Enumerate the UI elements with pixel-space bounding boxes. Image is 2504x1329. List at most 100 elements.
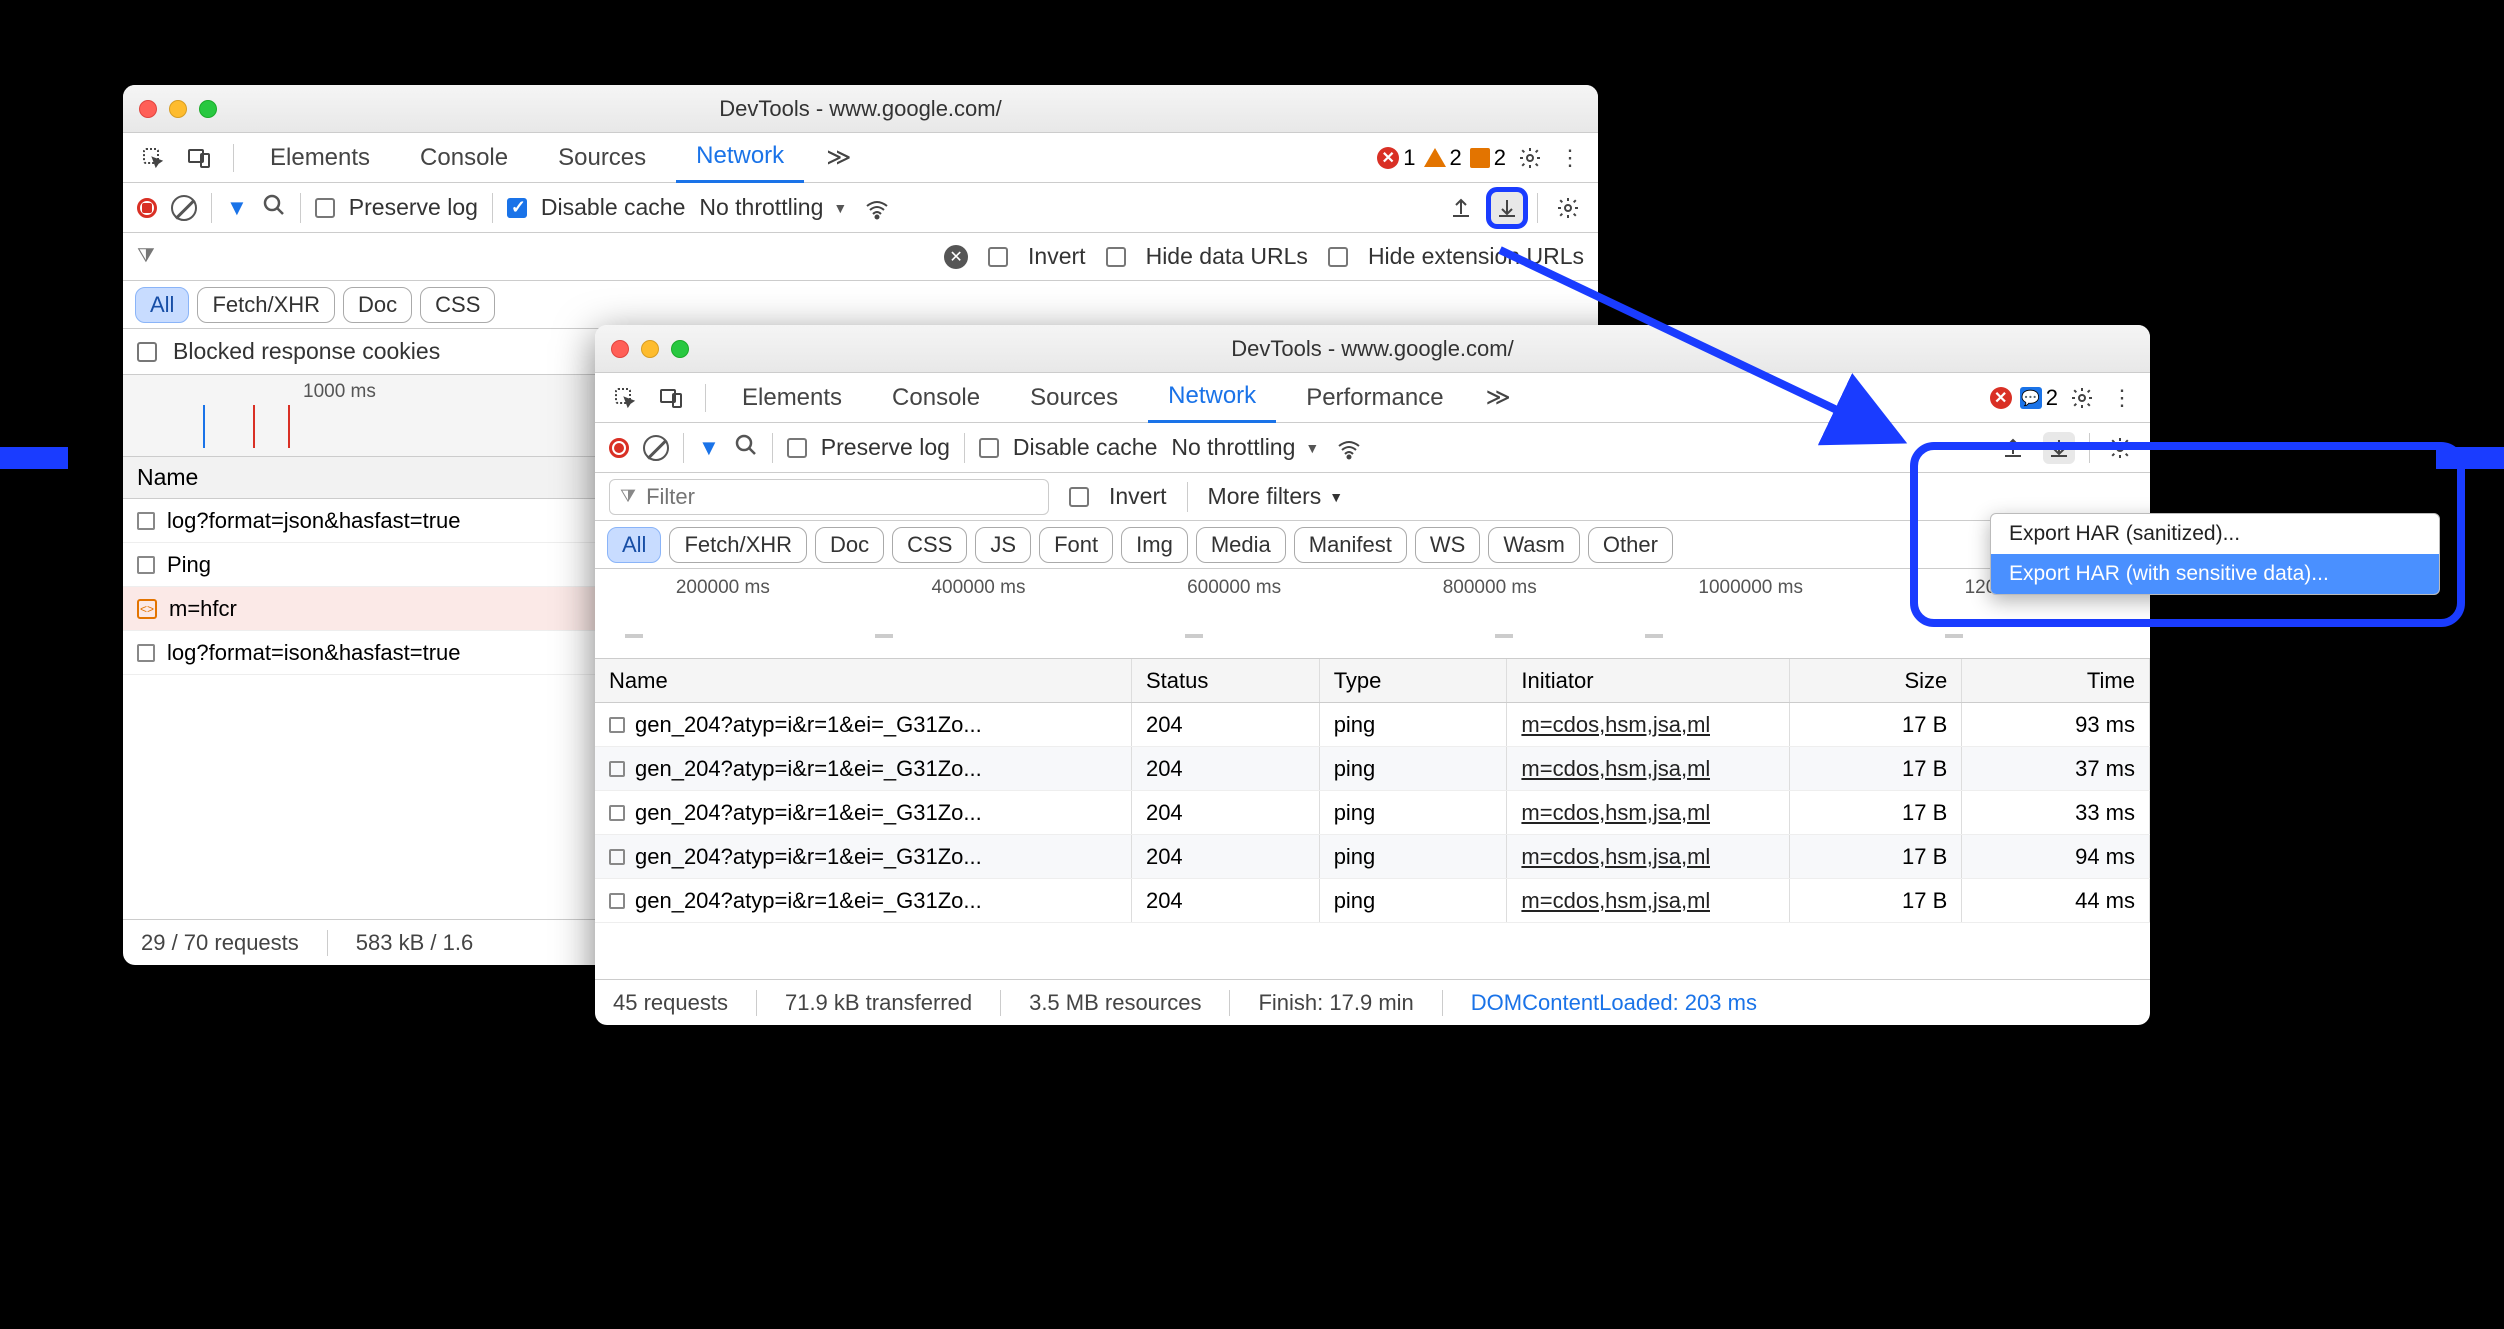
type-font[interactable]: Font bbox=[1039, 527, 1113, 563]
table-row[interactable]: gen_204?atyp=i&r=1&ei=_G31Zo...204pingm=… bbox=[595, 703, 2150, 747]
type-all[interactable]: All bbox=[135, 287, 189, 323]
network-conditions-icon[interactable] bbox=[861, 192, 893, 224]
type-ws[interactable]: WS bbox=[1415, 527, 1480, 563]
col-time-header[interactable]: Time bbox=[1962, 659, 2150, 702]
network-conditions-icon[interactable] bbox=[1333, 432, 1365, 464]
settings-icon[interactable] bbox=[2066, 382, 2098, 414]
funnel-icon: ⧩ bbox=[137, 245, 155, 268]
more-filters-button[interactable]: More filters▼ bbox=[1208, 483, 1344, 510]
tab-network[interactable]: Network bbox=[1148, 373, 1276, 423]
import-har-icon[interactable] bbox=[1997, 432, 2029, 464]
export-har-sanitized-option[interactable]: Export HAR (sanitized)... bbox=[1991, 514, 2439, 554]
hide-data-urls-checkbox[interactable] bbox=[1106, 247, 1126, 267]
throttling-select[interactable]: No throttling▼ bbox=[1171, 434, 1319, 461]
blocked-cookies-checkbox[interactable] bbox=[137, 342, 157, 362]
file-icon bbox=[137, 512, 155, 530]
disable-cache-checkbox[interactable] bbox=[507, 198, 527, 218]
request-type: ping bbox=[1320, 879, 1508, 922]
error-badge[interactable]: ✕1 bbox=[1377, 145, 1415, 171]
type-doc[interactable]: Doc bbox=[815, 527, 884, 563]
col-initiator-header[interactable]: Initiator bbox=[1507, 659, 1790, 702]
request-count: 29 / 70 requests bbox=[141, 930, 299, 956]
network-settings-icon[interactable] bbox=[2104, 432, 2136, 464]
clear-button[interactable] bbox=[171, 195, 197, 221]
inspect-icon[interactable] bbox=[135, 140, 171, 176]
type-css[interactable]: CSS bbox=[420, 287, 495, 323]
request-type: ping bbox=[1320, 835, 1508, 878]
request-initiator[interactable]: m=cdos,hsm,jsa,ml bbox=[1521, 888, 1710, 914]
type-manifest[interactable]: Manifest bbox=[1294, 527, 1407, 563]
export-har-sensitive-option[interactable]: Export HAR (with sensitive data)... bbox=[1991, 554, 2439, 594]
tab-elements[interactable]: Elements bbox=[250, 133, 390, 183]
export-har-icon[interactable] bbox=[2043, 432, 2075, 464]
settings-icon[interactable] bbox=[1514, 142, 1546, 174]
invert-checkbox[interactable] bbox=[1069, 487, 1089, 507]
tab-network[interactable]: Network bbox=[676, 133, 804, 183]
filter-icon[interactable]: ▼ bbox=[698, 435, 720, 461]
type-wasm[interactable]: Wasm bbox=[1488, 527, 1580, 563]
throttling-select[interactable]: No throttling▼ bbox=[699, 194, 847, 221]
col-status-header[interactable]: Status bbox=[1132, 659, 1320, 702]
export-har-icon[interactable] bbox=[1491, 192, 1523, 224]
error-badge-partial[interactable]: ✕ bbox=[1990, 387, 2012, 409]
network-toolbar-front: ▼ Preserve log Disable cache No throttli… bbox=[595, 423, 2150, 473]
filter-bar-front: ⧩ Invert More filters▼ bbox=[595, 473, 2150, 521]
table-row[interactable]: gen_204?atyp=i&r=1&ei=_G31Zo...204pingm=… bbox=[595, 747, 2150, 791]
tab-console[interactable]: Console bbox=[400, 133, 528, 183]
type-other[interactable]: Other bbox=[1588, 527, 1673, 563]
request-initiator[interactable]: m=cdos,hsm,jsa,ml bbox=[1521, 800, 1710, 826]
table-row[interactable]: gen_204?atyp=i&r=1&ei=_G31Zo...204pingm=… bbox=[595, 835, 2150, 879]
preserve-log-checkbox[interactable] bbox=[315, 198, 335, 218]
timeline-overview-front[interactable]: 200000 ms 400000 ms 600000 ms 800000 ms … bbox=[595, 569, 2150, 659]
more-tabs-button[interactable]: ≫ bbox=[1474, 383, 1523, 412]
request-initiator[interactable]: m=cdos,hsm,jsa,ml bbox=[1521, 712, 1710, 738]
messages-badge[interactable]: 💬2 bbox=[2020, 385, 2058, 411]
inspect-icon[interactable] bbox=[607, 380, 643, 416]
kebab-menu-icon[interactable]: ⋮ bbox=[2106, 382, 2138, 414]
more-tabs-button[interactable]: ≫ bbox=[814, 143, 863, 172]
col-type-header[interactable]: Type bbox=[1320, 659, 1508, 702]
type-doc[interactable]: Doc bbox=[343, 287, 412, 323]
network-settings-icon[interactable] bbox=[1552, 192, 1584, 224]
tab-performance[interactable]: Performance bbox=[1286, 373, 1463, 423]
type-img[interactable]: Img bbox=[1121, 527, 1188, 563]
tab-console[interactable]: Console bbox=[872, 373, 1000, 423]
device-toggle-icon[interactable] bbox=[181, 140, 217, 176]
type-all[interactable]: All bbox=[607, 527, 661, 563]
tab-sources[interactable]: Sources bbox=[538, 133, 666, 183]
filter-input[interactable] bbox=[646, 484, 1038, 510]
kebab-menu-icon[interactable]: ⋮ bbox=[1554, 142, 1586, 174]
invert-checkbox[interactable] bbox=[988, 247, 1008, 267]
type-fetch[interactable]: Fetch/XHR bbox=[669, 527, 807, 563]
request-initiator[interactable]: m=cdos,hsm,jsa,ml bbox=[1521, 756, 1710, 782]
hide-extension-urls-checkbox[interactable] bbox=[1328, 247, 1348, 267]
issues-badge[interactable]: 2 bbox=[1470, 145, 1506, 171]
record-button[interactable] bbox=[609, 438, 629, 458]
preserve-log-checkbox[interactable] bbox=[787, 438, 807, 458]
search-icon[interactable] bbox=[734, 433, 758, 463]
device-toggle-icon[interactable] bbox=[653, 380, 689, 416]
tab-elements[interactable]: Elements bbox=[722, 373, 862, 423]
type-css[interactable]: CSS bbox=[892, 527, 967, 563]
search-icon[interactable] bbox=[262, 193, 286, 223]
filter-controls: ⧩ ✕ bbox=[137, 245, 968, 269]
clear-button[interactable] bbox=[643, 435, 669, 461]
type-js[interactable]: JS bbox=[975, 527, 1031, 563]
type-media[interactable]: Media bbox=[1196, 527, 1286, 563]
type-filter-bar-front: All Fetch/XHR Doc CSS JS Font Img Media … bbox=[595, 521, 2150, 569]
col-size-header[interactable]: Size bbox=[1790, 659, 1962, 702]
table-row[interactable]: gen_204?atyp=i&r=1&ei=_G31Zo...204pingm=… bbox=[595, 791, 2150, 835]
file-icon bbox=[609, 761, 625, 777]
type-fetch[interactable]: Fetch/XHR bbox=[197, 287, 335, 323]
import-har-icon[interactable] bbox=[1445, 192, 1477, 224]
request-initiator[interactable]: m=cdos,hsm,jsa,ml bbox=[1521, 844, 1710, 870]
col-name-header[interactable]: Name bbox=[595, 659, 1132, 702]
warning-badge[interactable]: 2 bbox=[1424, 145, 1462, 171]
filter-icon[interactable]: ▼ bbox=[226, 195, 248, 221]
table-row[interactable]: gen_204?atyp=i&r=1&ei=_G31Zo...204pingm=… bbox=[595, 879, 2150, 923]
clear-filter-button[interactable]: ✕ bbox=[944, 245, 968, 269]
record-button[interactable] bbox=[137, 198, 157, 218]
tab-sources[interactable]: Sources bbox=[1010, 373, 1138, 423]
disable-cache-checkbox[interactable] bbox=[979, 438, 999, 458]
separator bbox=[1187, 482, 1188, 512]
